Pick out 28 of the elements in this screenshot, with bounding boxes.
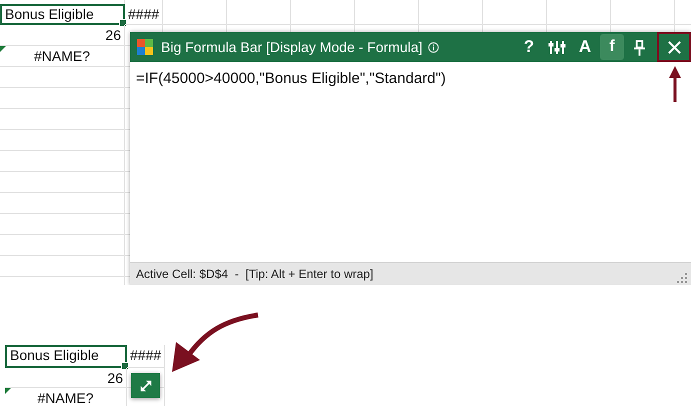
error-indicator-icon	[5, 388, 11, 394]
annotation-arrow	[669, 66, 681, 102]
table-cell: ####	[127, 345, 165, 368]
resize-grip-icon[interactable]	[677, 273, 687, 283]
info-icon[interactable]	[428, 42, 440, 52]
table-cell: ####	[125, 4, 163, 25]
expand-button[interactable]	[131, 373, 160, 398]
table-cell: 26	[5, 368, 127, 388]
close-icon	[666, 40, 682, 54]
error-indicator-icon	[0, 46, 6, 52]
window-title: Big Formula Bar [Display Mode - Formula]	[161, 39, 422, 55]
font-button[interactable]: A	[573, 34, 597, 60]
table-cell: 26	[0, 25, 125, 46]
table-cell: Bonus Eligible	[5, 345, 127, 368]
table-cell: Bonus Eligible	[0, 4, 125, 25]
close-button[interactable]	[657, 32, 691, 62]
formula-text: =IF(45000>40000,"Bonus Eligible","Standard")	[136, 70, 447, 87]
error-value-cell: #NAME?	[5, 388, 127, 406]
fill-handle[interactable]	[121, 362, 129, 370]
error-value-cell: #NAME?	[0, 46, 125, 67]
expand-icon	[138, 378, 152, 392]
status-text: Active Cell: $D$4 - [Tip: Alt + Enter to wrap]	[136, 267, 374, 281]
fill-handle[interactable]	[119, 19, 127, 27]
logo-icon	[137, 39, 153, 55]
pin-icon	[634, 38, 644, 56]
sliders-icon	[548, 39, 566, 55]
formula-mode-button[interactable]: f	[600, 34, 624, 60]
help-button[interactable]: ?	[517, 34, 541, 60]
